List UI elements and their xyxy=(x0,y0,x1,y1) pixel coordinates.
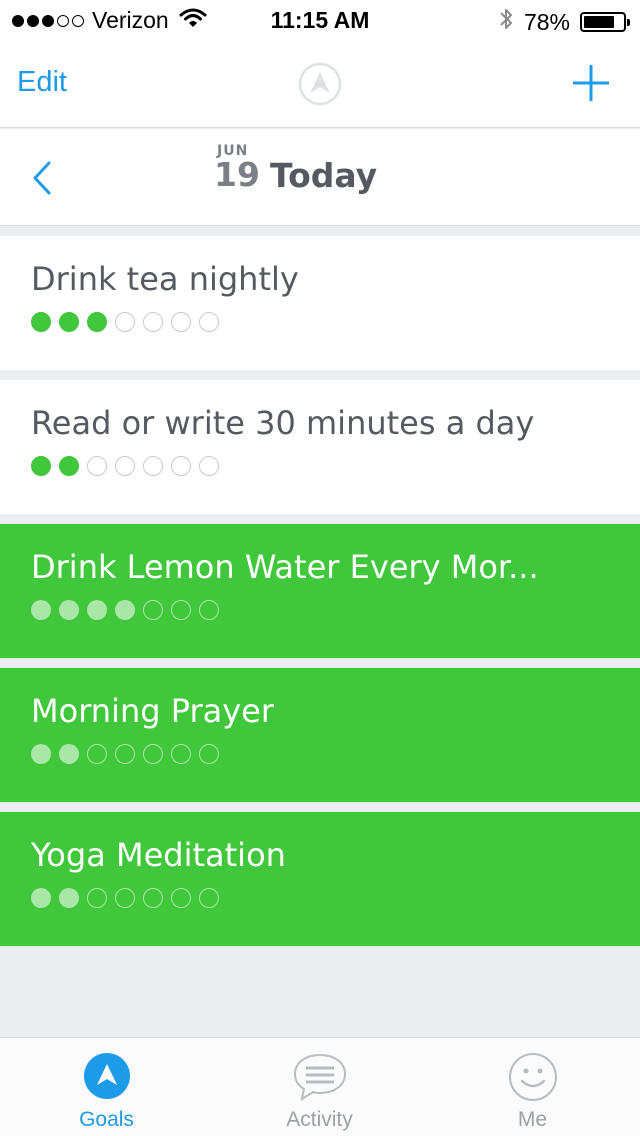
goal-title: Drink Lemon Water Every Mor... xyxy=(31,548,539,586)
progress-dot xyxy=(115,456,135,476)
goal-row[interactable]: Morning Prayer xyxy=(0,668,640,802)
battery-info: 78% xyxy=(498,7,630,37)
progress-dot xyxy=(59,744,79,764)
progress-dot xyxy=(171,312,191,332)
goal-progress xyxy=(31,744,219,764)
goal-row[interactable]: Yoga Meditation xyxy=(0,812,640,946)
progress-dot xyxy=(171,600,191,620)
progress-dot xyxy=(115,744,135,764)
status-bar: Verizon 11:15 AM 78% xyxy=(0,0,640,40)
progress-dot xyxy=(87,456,107,476)
progress-dot xyxy=(59,456,79,476)
goal-progress xyxy=(31,600,219,620)
navigation-bar: Edit xyxy=(0,40,640,128)
progress-dot xyxy=(115,888,135,908)
chevron-left-icon xyxy=(33,161,51,195)
goal-title: Yoga Meditation xyxy=(31,836,286,874)
progress-dot xyxy=(143,888,163,908)
goal-title: Read or write 30 minutes a day xyxy=(31,404,535,442)
progress-dot xyxy=(171,456,191,476)
plus-icon xyxy=(573,65,609,101)
smiley-icon xyxy=(508,1052,558,1106)
goal-progress xyxy=(31,888,219,908)
goal-progress xyxy=(31,456,219,476)
battery-level xyxy=(584,16,614,28)
tab-me-label: Me xyxy=(517,1108,548,1131)
date-label: Today xyxy=(270,156,378,195)
progress-dot xyxy=(87,744,107,764)
progress-dot xyxy=(115,600,135,620)
tab-bar: Goals Activity Me xyxy=(0,1037,640,1136)
tab-goals[interactable]: Goals xyxy=(0,1038,213,1136)
progress-dot xyxy=(143,744,163,764)
progress-dot xyxy=(59,312,79,332)
progress-dot xyxy=(31,312,51,332)
tab-activity[interactable]: Activity xyxy=(213,1038,426,1136)
chat-bubble-icon xyxy=(292,1052,348,1106)
previous-day-button[interactable] xyxy=(30,161,54,199)
progress-dot xyxy=(87,600,107,620)
bluetooth-icon xyxy=(498,7,514,37)
edit-button[interactable]: Edit xyxy=(17,66,67,99)
progress-dot xyxy=(199,456,219,476)
progress-dot xyxy=(199,744,219,764)
progress-dot xyxy=(171,888,191,908)
progress-dot xyxy=(87,312,107,332)
goal-row[interactable]: Read or write 30 minutes a day xyxy=(0,380,640,514)
progress-dot xyxy=(199,312,219,332)
tab-activity-label: Activity xyxy=(286,1108,353,1131)
progress-dot xyxy=(143,312,163,332)
goal-title: Morning Prayer xyxy=(31,692,274,730)
goal-row[interactable]: Drink tea nightly xyxy=(0,236,640,370)
add-goal-button[interactable] xyxy=(572,64,610,106)
date-day: 19 xyxy=(214,155,260,194)
progress-dot xyxy=(31,888,51,908)
progress-dot xyxy=(171,744,191,764)
tab-goals-label: Goals xyxy=(79,1108,134,1131)
battery-percent: 78% xyxy=(523,8,570,35)
progress-dot xyxy=(199,600,219,620)
goal-progress xyxy=(31,312,219,332)
progress-dot xyxy=(115,312,135,332)
progress-dot xyxy=(59,888,79,908)
progress-dot xyxy=(31,744,51,764)
tab-me[interactable]: Me xyxy=(426,1038,639,1136)
goal-title: Drink tea nightly xyxy=(31,260,299,298)
progress-dot xyxy=(143,456,163,476)
goal-row[interactable]: Drink Lemon Water Every Mor... xyxy=(0,524,640,658)
progress-dot xyxy=(59,600,79,620)
progress-dot xyxy=(87,888,107,908)
progress-dot xyxy=(143,600,163,620)
progress-dot xyxy=(31,456,51,476)
progress-dot xyxy=(31,600,51,620)
progress-dot xyxy=(199,888,219,908)
goals-icon xyxy=(83,1052,131,1104)
date-display: JUN 19 xyxy=(214,143,260,191)
app-logo-icon xyxy=(298,62,342,110)
battery-icon xyxy=(580,12,630,32)
